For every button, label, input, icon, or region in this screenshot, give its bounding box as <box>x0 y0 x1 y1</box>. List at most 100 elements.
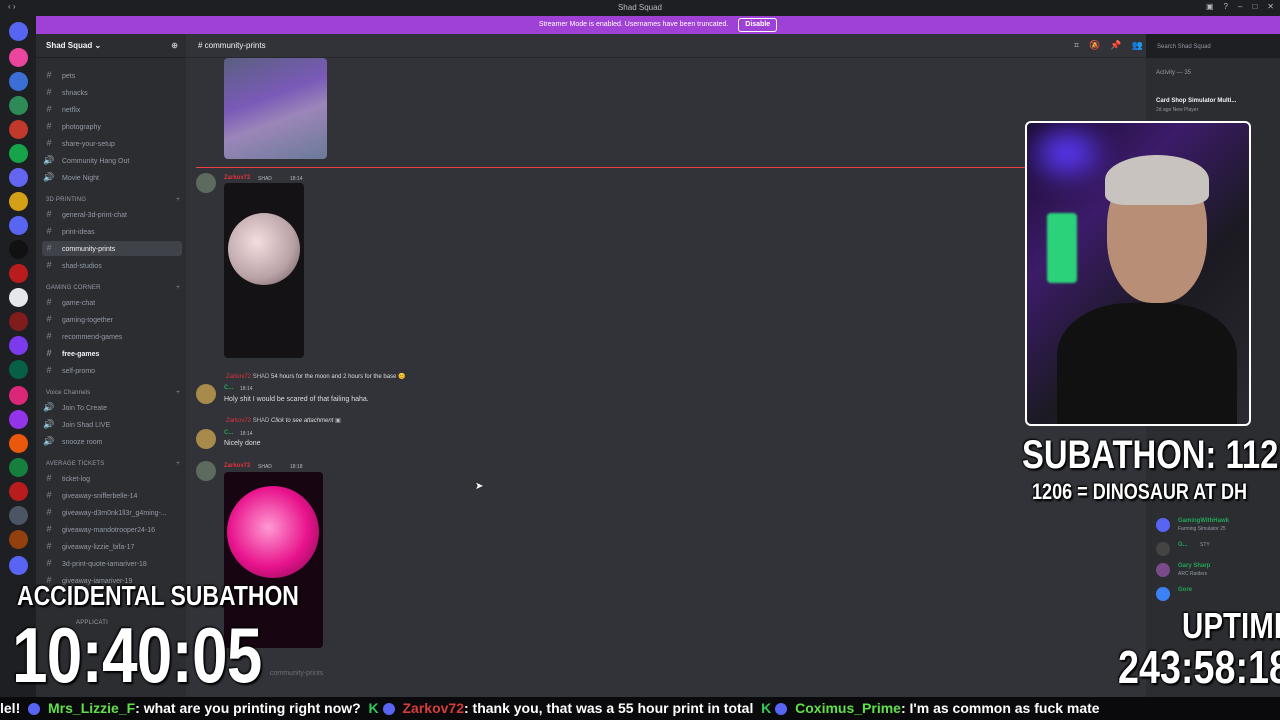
close-button[interactable]: ✕ <box>1267 2 1274 11</box>
mute-icon[interactable]: 🔕 <box>1089 40 1100 51</box>
channel-shnacks[interactable]: # shnacks <box>42 85 182 100</box>
category-voice-channels[interactable]: Voice Channels + <box>46 390 180 396</box>
channel-shad-studios[interactable]: # shad-studios <box>42 258 182 273</box>
channel-giveaway[interactable]: # giveaway-snifferbelle-14 <box>42 488 182 503</box>
reply-preview[interactable]: 54 hours for the moon and 2 hours for th… <box>271 374 406 380</box>
category-3d-printing[interactable]: 3D PRINTING + <box>46 197 180 203</box>
new-messages-divider <box>196 167 1126 168</box>
channel-giveaway[interactable]: # giveaway-d3m0nk1ll3r_g4ming-... <box>42 505 182 520</box>
voice-snooze-room[interactable]: 🔊 snooze room <box>42 434 182 449</box>
channel-ticket-log[interactable]: # ticket-log <box>42 471 182 486</box>
speaker-icon: 🔊 <box>43 172 55 182</box>
username[interactable]: Zarkov72 <box>224 463 250 469</box>
server-icon[interactable] <box>9 458 28 477</box>
server-icon[interactable] <box>9 410 28 429</box>
avatar <box>1156 542 1170 556</box>
pink-moon-image <box>227 486 319 578</box>
avatar[interactable] <box>196 429 216 449</box>
disable-button[interactable]: Disable <box>738 18 778 32</box>
header-toolbar: ⌗ 🔕 📌 👥 <box>1074 40 1143 51</box>
moon-print-photo[interactable] <box>224 183 304 358</box>
channel-movie-night[interactable]: 🔊 Movie Night <box>42 170 182 185</box>
attachment-image[interactable] <box>224 58 327 159</box>
channel-giveaway[interactable]: # giveaway-mandotrooper24-16 <box>42 522 182 537</box>
username[interactable]: C... <box>224 430 233 436</box>
server-icon[interactable] <box>9 360 28 379</box>
add-channel-icon[interactable]: + <box>176 461 180 467</box>
channel-game-chat[interactable]: # game-chat <box>42 295 182 310</box>
channel-print-ideas[interactable]: # print-ideas <box>42 224 182 239</box>
server-icon[interactable] <box>9 216 28 235</box>
hash-icon: # <box>46 104 52 114</box>
server-icon[interactable] <box>9 144 28 163</box>
channel-recommend-games[interactable]: # recommend-games <box>42 329 182 344</box>
add-channel-icon[interactable]: + <box>176 285 180 291</box>
reply-preview[interactable]: Click to see attachment <box>271 418 333 424</box>
server-icon[interactable] <box>9 336 28 355</box>
username[interactable]: Zarkov72 <box>224 175 250 181</box>
channel-general-3d-print-chat[interactable]: # general-3d-print-chat <box>42 207 182 222</box>
speaker-icon: 🔊 <box>43 419 55 429</box>
channel-giveaway[interactable]: # giveaway-lizzie_bifa-17 <box>42 539 182 554</box>
inbox-icon[interactable]: ▣ <box>1206 2 1214 11</box>
message-composer[interactable]: community-prints <box>196 670 1136 688</box>
server-icon[interactable] <box>9 120 28 139</box>
server-icon[interactable] <box>9 48 28 67</box>
server-icon[interactable] <box>9 168 28 187</box>
channel-share-your-setup[interactable]: # share-your-setup <box>42 136 182 151</box>
activity-title[interactable]: Card Shop Simulator Multi... <box>1156 98 1236 104</box>
server-icon[interactable] <box>9 96 28 115</box>
channel-free-games[interactable]: # free-games <box>42 346 182 361</box>
category-gaming-corner[interactable]: GAMING CORNER + <box>46 285 180 291</box>
reply-username[interactable]: Zarkov72 <box>226 418 251 424</box>
add-channel-icon[interactable]: + <box>176 197 180 203</box>
minimize-button[interactable]: – <box>1238 2 1242 11</box>
channel-pets[interactable]: # pets <box>42 68 182 83</box>
pin-icon[interactable]: 📌 <box>1110 40 1121 51</box>
search-input[interactable]: Search Shad Squad <box>1152 40 1262 54</box>
server-icon[interactable] <box>9 530 28 549</box>
reply-username[interactable]: Zarkov72 <box>226 374 251 380</box>
server-icon[interactable] <box>9 312 28 331</box>
channel-netflix[interactable]: # netflix <box>42 102 182 117</box>
avatar <box>1156 518 1170 532</box>
username[interactable]: C... <box>224 385 233 391</box>
server-icon[interactable] <box>9 264 28 283</box>
server-icon[interactable] <box>9 434 28 453</box>
chat-ticker: lel! Mrs_Lizzie_F: what are you printing… <box>0 697 1280 720</box>
threads-icon[interactable]: ⌗ <box>1074 40 1079 51</box>
help-icon[interactable]: ? <box>1224 2 1228 11</box>
channel-community-prints[interactable]: # community-prints <box>42 241 182 256</box>
channel-self-promo[interactable]: # self-promo <box>42 363 182 378</box>
server-icon[interactable] <box>9 288 28 307</box>
members-icon[interactable]: 👥 <box>1132 40 1143 51</box>
maximize-button[interactable]: □ <box>1252 2 1257 11</box>
channel-community-hang-out[interactable]: 🔊 Community Hang Out <box>42 153 182 168</box>
avatar[interactable] <box>196 384 216 404</box>
avatar[interactable] <box>196 173 216 193</box>
channel-print-quote[interactable]: #3d-print-quote-iamariver-18 <box>42 556 182 571</box>
server-icon[interactable] <box>9 192 28 211</box>
hash-icon: # <box>46 348 52 358</box>
server-icon[interactable] <box>9 72 28 91</box>
timestamp: 18:14 <box>240 386 253 392</box>
invite-icon[interactable]: ⊕ <box>171 34 178 58</box>
server-icon[interactable] <box>9 482 28 501</box>
window-title: Shad Squad <box>617 3 663 12</box>
channel-gaming-together[interactable]: # gaming-together <box>42 312 182 327</box>
discord-home-icon[interactable] <box>9 22 28 41</box>
avatar[interactable] <box>196 461 216 481</box>
voice-join-to-create[interactable]: 🔊 Join To Create <box>42 400 182 415</box>
hash-icon: # <box>46 541 52 551</box>
category-average-tickets[interactable]: AVERAGE TICKETS + <box>46 461 180 467</box>
server-tag: SHAD <box>258 464 272 470</box>
server-header[interactable]: Shad Squad ⌄ ⊕ <box>36 34 186 58</box>
server-icon[interactable] <box>9 556 28 575</box>
badge-icon <box>775 703 788 716</box>
server-icon[interactable] <box>9 506 28 525</box>
server-icon[interactable] <box>9 240 28 259</box>
server-icon[interactable] <box>9 386 28 405</box>
channel-photography[interactable]: # photography <box>42 119 182 134</box>
add-channel-icon[interactable]: + <box>176 390 180 396</box>
voice-join-shad-live[interactable]: 🔊 Join Shad LIVE <box>42 417 182 432</box>
